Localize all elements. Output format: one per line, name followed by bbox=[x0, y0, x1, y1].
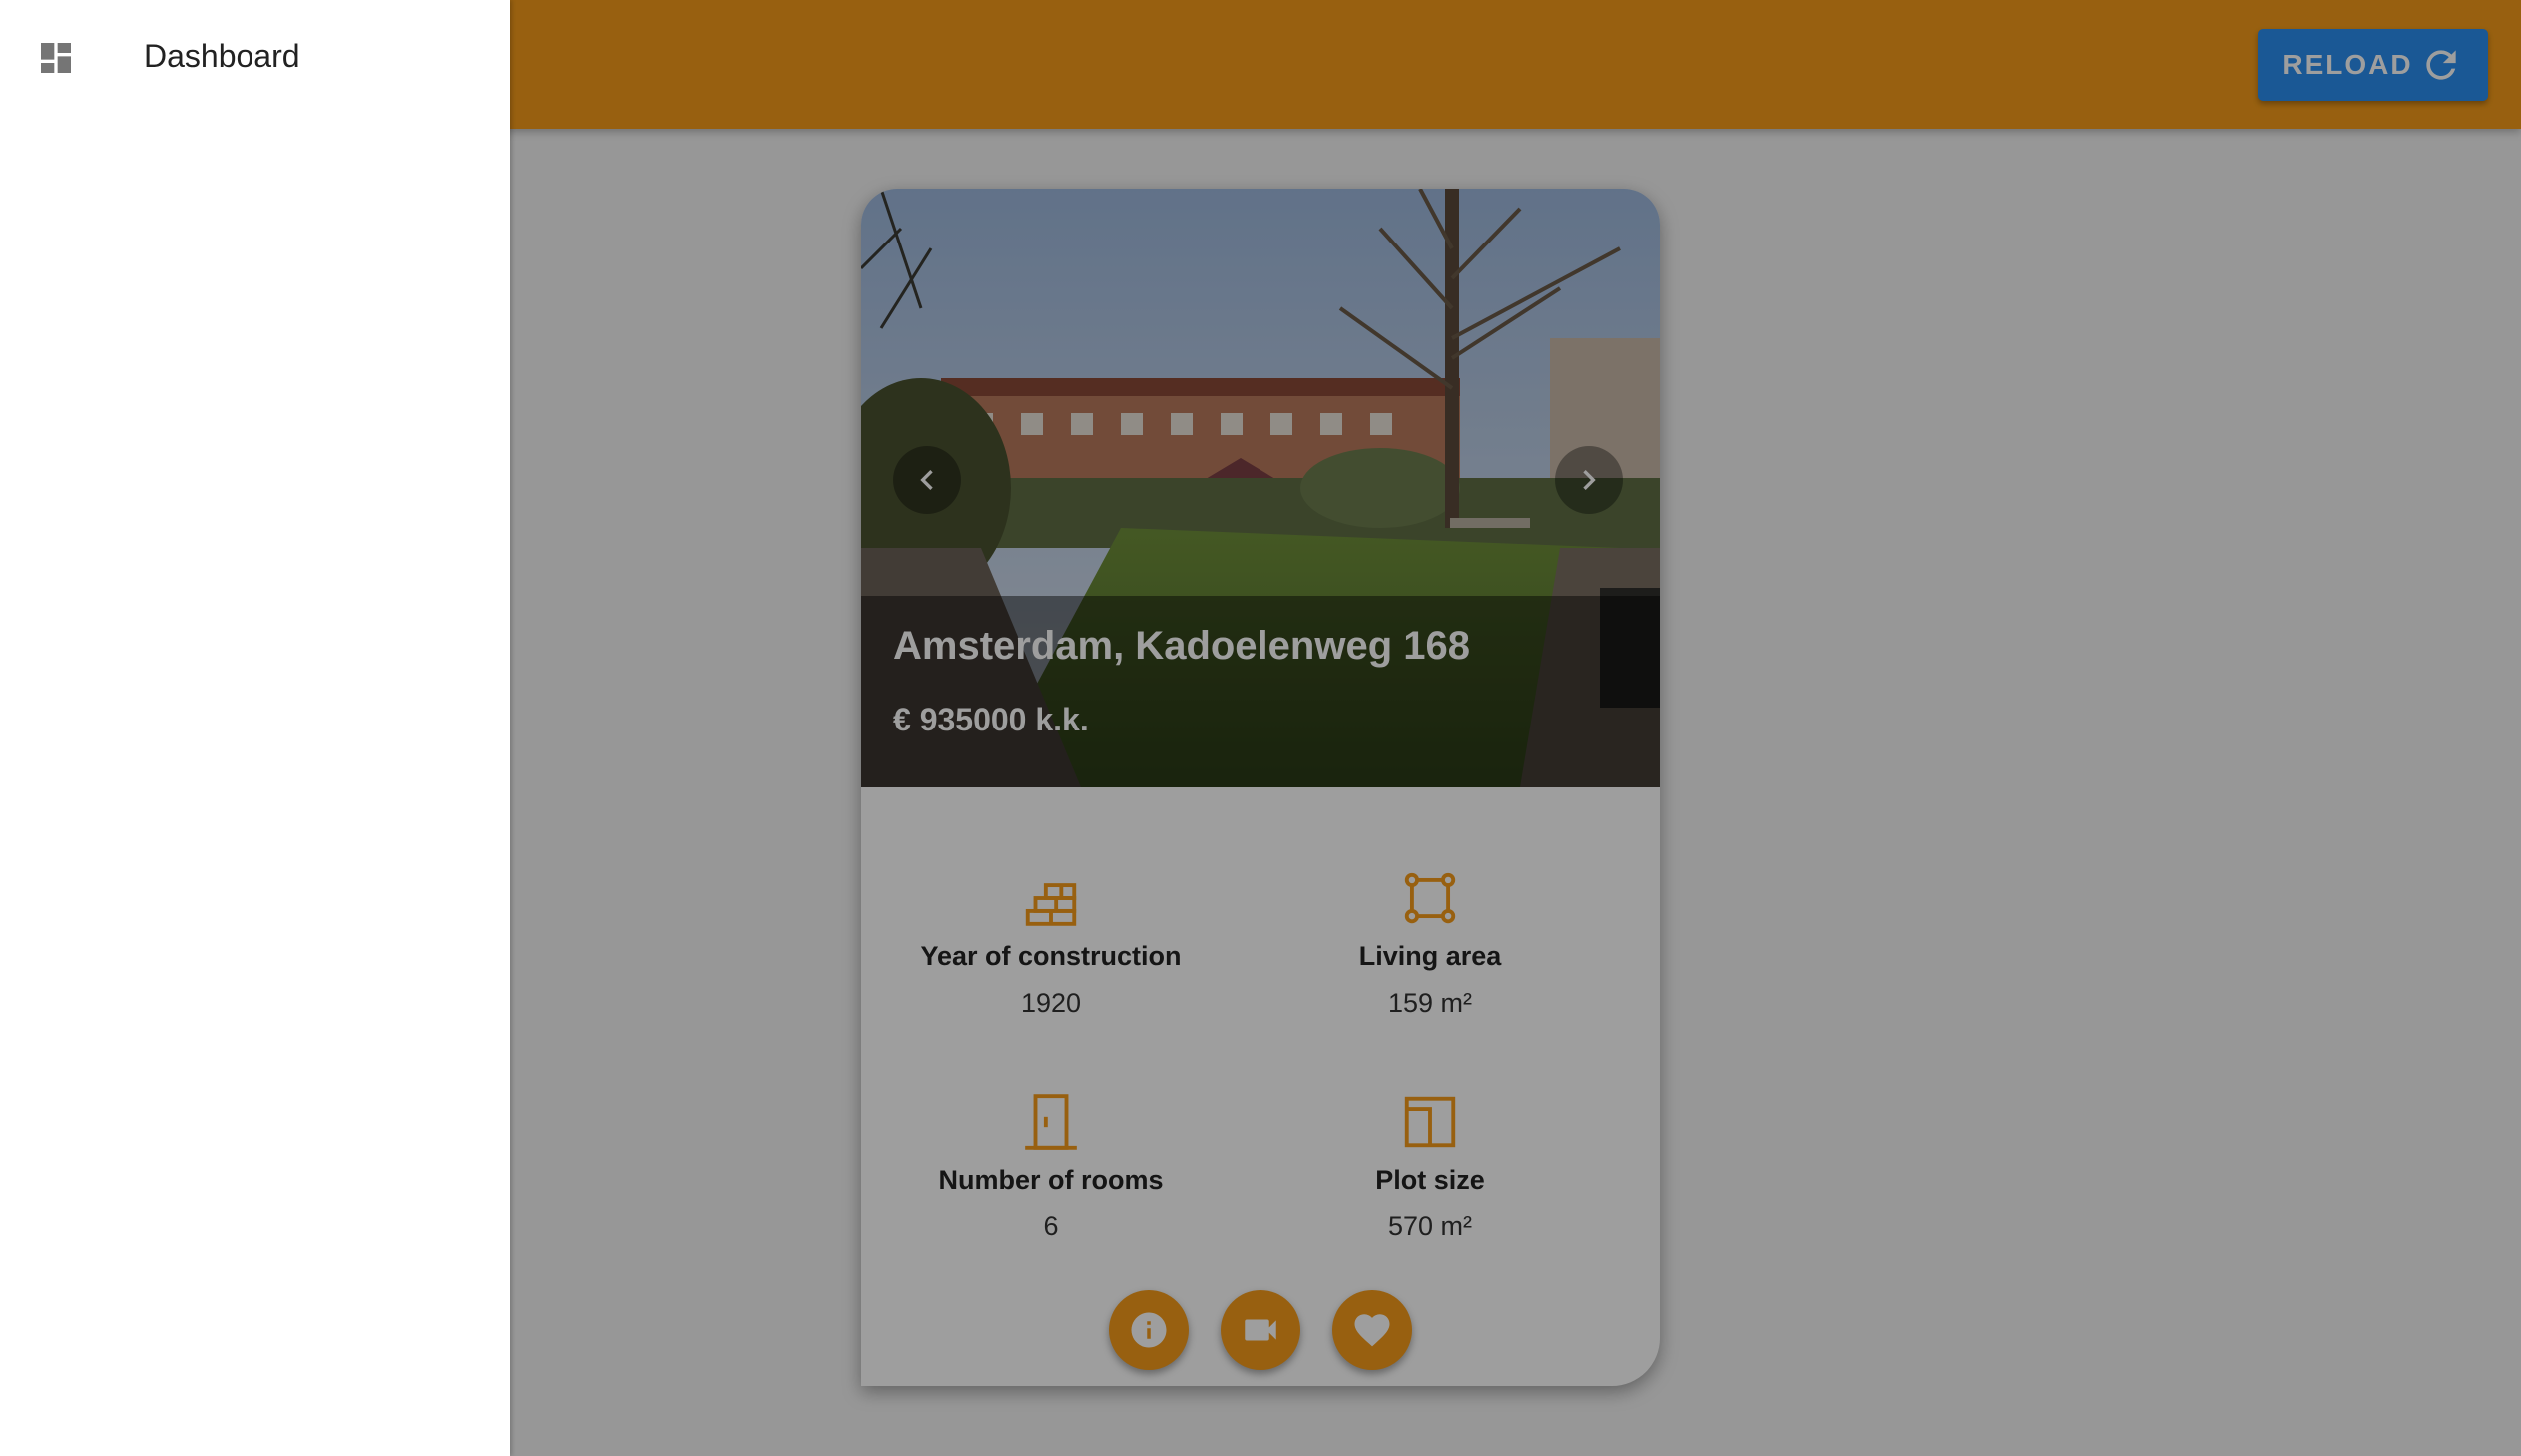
dashboard-icon bbox=[41, 43, 71, 73]
drawer-item-label: Dashboard bbox=[144, 38, 300, 74]
navigation-drawer: Dashboard bbox=[0, 0, 510, 1456]
drawer-item-dashboard[interactable]: Dashboard bbox=[0, 16, 510, 98]
